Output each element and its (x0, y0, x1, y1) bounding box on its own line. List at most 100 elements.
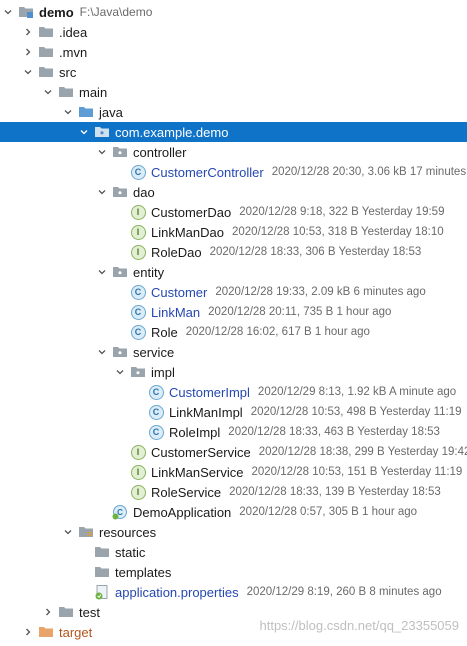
tree-row-service[interactable]: service (0, 342, 467, 362)
tree-row-target[interactable]: target (0, 622, 467, 642)
tree-row-customer-impl[interactable]: C CustomerImpl 2020/12/29 8:13, 1.92 kB … (0, 382, 467, 402)
tree-row-customer-dao[interactable]: I CustomerDao 2020/12/28 9:18, 322 B Yes… (0, 202, 467, 222)
tree-row-role-dao[interactable]: I RoleDao 2020/12/28 18:33, 306 B Yester… (0, 242, 467, 262)
tree-label: DemoApplication (133, 504, 232, 520)
source-root-folder-icon (78, 104, 94, 120)
interface-icon: I (130, 464, 146, 480)
file-meta: 2020/12/28 10:53, 151 B Yesterday 11:19 (251, 466, 463, 478)
tree-label: static (115, 544, 146, 560)
file-meta: 2020/12/28 19:33, 2.09 kB 6 minutes ago (215, 286, 426, 298)
chevron-down-icon[interactable] (62, 106, 74, 118)
chevron-down-icon[interactable] (42, 86, 54, 98)
tree-row-controller[interactable]: controller (0, 142, 467, 162)
folder-icon (38, 24, 54, 40)
chevron-right-icon[interactable] (22, 46, 34, 58)
chevron-right-icon[interactable] (42, 606, 54, 618)
file-meta: 2020/12/28 16:02, 617 B 1 hour ago (185, 326, 370, 338)
chevron-right-icon[interactable] (22, 626, 34, 638)
tree-row-main[interactable]: main (0, 82, 467, 102)
tree-row-mvn[interactable]: .mvn (0, 42, 467, 62)
chevron-down-icon[interactable] (96, 346, 108, 358)
folder-icon (58, 604, 74, 620)
folder-icon (58, 84, 74, 100)
tree-label: CustomerController (151, 164, 264, 180)
chevron-down-icon[interactable] (62, 526, 74, 538)
chevron-down-icon[interactable] (22, 66, 34, 78)
chevron-down-icon[interactable] (96, 186, 108, 198)
tree-row-templates[interactable]: templates (0, 562, 467, 582)
tree-row-impl[interactable]: impl (0, 362, 467, 382)
tree-row-test[interactable]: test (0, 602, 467, 622)
tree-row-resources[interactable]: resources (0, 522, 467, 542)
project-path: F:\Java\demo (79, 5, 153, 19)
tree-label: templates (115, 564, 172, 580)
tree-row-application-properties[interactable]: application.properties 2020/12/29 8:19, … (0, 582, 467, 602)
module-folder-icon (18, 4, 34, 20)
tree-row-role-impl[interactable]: C RoleImpl 2020/12/28 18:33, 463 B Yeste… (0, 422, 467, 442)
tree-row-role-service[interactable]: I RoleService 2020/12/28 18:33, 139 B Ye… (0, 482, 467, 502)
tree-label: LinkManImpl (169, 404, 243, 420)
tree-label: CustomerDao (151, 204, 232, 220)
interface-icon: I (130, 244, 146, 260)
tree-label: CustomerService (151, 444, 251, 460)
tree-row-customer[interactable]: C Customer 2020/12/28 19:33, 2.09 kB 6 m… (0, 282, 467, 302)
folder-icon (94, 564, 110, 580)
tree-label: controller (133, 144, 187, 160)
tree-row-demo[interactable]: demo F:\Java\demo (0, 2, 467, 22)
folder-icon (38, 44, 54, 60)
interface-icon: I (130, 444, 146, 460)
file-meta: 2020/12/28 18:33, 463 B Yesterday 18:53 (228, 426, 440, 438)
tree-label: service (133, 344, 175, 360)
resources-folder-icon (78, 524, 94, 540)
tree-label: entity (133, 264, 165, 280)
file-meta: 2020/12/28 10:53, 498 B Yesterday 11:19 (250, 406, 462, 418)
tree-row-idea[interactable]: .idea (0, 22, 467, 42)
folder-icon (94, 544, 110, 560)
chevron-right-icon[interactable] (22, 26, 34, 38)
tree-row-role[interactable]: C Role 2020/12/28 16:02, 617 B 1 hour ag… (0, 322, 467, 342)
interface-icon: I (130, 204, 146, 220)
tree-row-dao[interactable]: dao (0, 182, 467, 202)
package-folder-icon (112, 144, 128, 160)
chevron-down-icon[interactable] (2, 6, 14, 18)
package-folder-icon (112, 344, 128, 360)
chevron-down-icon[interactable] (96, 266, 108, 278)
package-folder-icon (94, 124, 110, 140)
package-folder-icon (112, 264, 128, 280)
tree-label: resources (99, 524, 157, 540)
tree-label: RoleImpl (169, 424, 221, 440)
file-meta: 2020/12/28 18:33, 306 B Yesterday 18:53 (209, 246, 422, 258)
tree-row-static[interactable]: static (0, 542, 467, 562)
file-meta: 2020/12/28 20:30, 3.06 kB 17 minutes (271, 166, 467, 178)
chevron-down-icon[interactable] (96, 146, 108, 158)
tree-row-package[interactable]: com.example.demo (0, 122, 467, 142)
class-icon: C (148, 404, 164, 420)
tree-row-demo-application[interactable]: C DemoApplication 2020/12/28 0:57, 305 B… (0, 502, 467, 522)
tree-label: impl (151, 364, 175, 380)
tree-row-linkman-service[interactable]: I LinkManService 2020/12/28 10:53, 151 B… (0, 462, 467, 482)
tree-row-linkman-dao[interactable]: I LinkManDao 2020/12/28 10:53, 318 B Yes… (0, 222, 467, 242)
folder-icon (38, 64, 54, 80)
tree-label: dao (133, 184, 155, 200)
tree-row-entity[interactable]: entity (0, 262, 467, 282)
file-meta: 2020/12/28 20:11, 735 B 1 hour ago (208, 306, 392, 318)
tree-row-customer-controller[interactable]: C CustomerController 2020/12/28 20:30, 3… (0, 162, 467, 182)
tree-row-java[interactable]: java (0, 102, 467, 122)
chevron-down-icon[interactable] (78, 126, 90, 138)
chevron-down-icon[interactable] (114, 366, 126, 378)
tree-label: RoleService (151, 484, 222, 500)
tree-label: application.properties (115, 584, 239, 600)
package-folder-icon (130, 364, 146, 380)
tree-row-customer-service[interactable]: I CustomerService 2020/12/28 18:38, 299 … (0, 442, 467, 462)
class-icon: C (130, 304, 146, 320)
tree-row-src[interactable]: src (0, 62, 467, 82)
file-meta: 2020/12/28 18:38, 299 B Yesterday 19:42 (258, 446, 467, 458)
file-meta: 2020/12/29 8:19, 260 B 8 minutes ago (246, 586, 442, 598)
class-icon: C (130, 324, 146, 340)
class-icon: C (148, 384, 164, 400)
tree-row-linkman-impl[interactable]: C LinkManImpl 2020/12/28 10:53, 498 B Ye… (0, 402, 467, 422)
package-folder-icon (112, 184, 128, 200)
tree-row-linkman[interactable]: C LinkMan 2020/12/28 20:11, 735 B 1 hour… (0, 302, 467, 322)
tree-label: LinkManService (151, 464, 244, 480)
class-icon: C (130, 164, 146, 180)
